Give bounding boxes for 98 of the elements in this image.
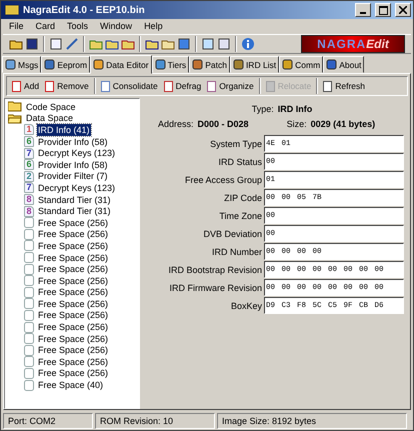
- status-text: Image Size: 8192 bytes: [217, 413, 407, 429]
- tab-icon: [326, 59, 338, 70]
- tree-item[interactable]: Decrypt Keys (123): [37, 147, 116, 160]
- badge-icon: 7: [24, 148, 34, 159]
- folder-icon: [8, 101, 22, 112]
- folder-icon: [8, 112, 22, 124]
- tree-item[interactable]: Free Space (256): [37, 228, 110, 240]
- tree-item[interactable]: Data Space: [8, 112, 139, 124]
- maximize-icon: [378, 6, 388, 14]
- field-label: IRD Firmware Revision: [169, 282, 262, 292]
- badge-icon: 1: [24, 124, 34, 136]
- tab[interactable]: Data Editor: [90, 55, 152, 74]
- close-button[interactable]: [395, 3, 411, 17]
- tree-item[interactable]: Provider Info (58): [37, 158, 109, 171]
- app-icon: [5, 5, 19, 15]
- tree-item[interactable]: Free Space (256): [37, 263, 110, 276]
- tree-item[interactable]: Free Space (256): [37, 309, 110, 322]
- tree-item[interactable]: Free Space (256): [37, 356, 110, 368]
- tree-item[interactable]: Free Space (256): [37, 298, 110, 310]
- badge-icon: 8: [24, 194, 34, 206]
- toolbar-button[interactable]: Remove: [42, 77, 92, 95]
- tab[interactable]: Patch: [189, 56, 230, 73]
- tree-item[interactable]: Free Space (40): [37, 379, 104, 392]
- tree-item[interactable]: Free Space (256): [37, 274, 110, 287]
- tree-item[interactable]: Provider Info (58): [37, 136, 109, 148]
- badge-icon: 6: [24, 136, 34, 148]
- tab-icon: [192, 59, 204, 70]
- tab-icon: [44, 59, 56, 70]
- badge-icon: 2: [24, 170, 34, 182]
- badge-icon: 7: [24, 182, 34, 194]
- type-value: IRD Info: [278, 104, 312, 114]
- address-label: Address:: [158, 119, 194, 129]
- tree-item[interactable]: Free Space (256): [37, 332, 110, 345]
- action-icon: [164, 80, 173, 92]
- minimize-button[interactable]: [355, 3, 371, 17]
- tree-item[interactable]: Code Space: [8, 101, 139, 113]
- size-value: 0029 (41 bytes): [310, 119, 376, 129]
- field-label: Free Access Group: [184, 174, 262, 184]
- field-label: IRD Bootstrap Revision: [168, 264, 262, 274]
- action-icon: [100, 80, 110, 92]
- tab[interactable]: Msgs: [2, 56, 42, 73]
- tab[interactable]: About: [323, 56, 364, 73]
- action-icon: [12, 80, 21, 92]
- close-icon: [399, 6, 407, 14]
- tab-icon: [232, 59, 244, 70]
- tab[interactable]: Comm: [279, 56, 324, 73]
- field-label: System Type: [210, 138, 262, 148]
- menu-item[interactable]: Help: [138, 21, 169, 31]
- toolbar-button[interactable]: Add: [9, 77, 42, 95]
- tree-item[interactable]: Standard Tier (31): [37, 205, 112, 218]
- field-label: ZIP Code: [224, 192, 262, 202]
- tree-item[interactable]: Decrypt Keys (123): [37, 182, 116, 194]
- tree-item[interactable]: Free Space (256): [37, 321, 110, 334]
- document-icon[interactable]: [49, 37, 63, 51]
- toolbar-button[interactable]: Defrag: [160, 77, 204, 95]
- size-label: Size:: [286, 119, 307, 129]
- field-label: DVB Deviation: [203, 228, 262, 238]
- menu-item[interactable]: Tools: [61, 21, 94, 31]
- action-icon: [45, 80, 54, 92]
- tree-item[interactable]: Free Space (256): [37, 216, 110, 229]
- tab[interactable]: IRD List: [230, 56, 280, 73]
- tab[interactable]: Tiers: [152, 56, 190, 73]
- tab-icon: [5, 59, 16, 70]
- status-text: Port: COM2: [3, 413, 93, 429]
- tab[interactable]: Eeprom: [41, 56, 90, 73]
- toolbar-button[interactable]: Organize: [204, 77, 257, 95]
- action-icon: [266, 80, 275, 92]
- tree-item[interactable]: Free Space (256): [37, 367, 110, 380]
- type-label: Type:: [252, 104, 274, 114]
- field-label: IRD Number: [212, 246, 262, 256]
- tab-icon: [154, 59, 166, 70]
- maximize-button[interactable]: [375, 3, 391, 17]
- action-icon: [207, 80, 216, 92]
- info-icon[interactable]: [241, 37, 255, 51]
- field-label: BoxKey: [230, 300, 262, 310]
- tab-icon: [93, 59, 104, 70]
- tree-item[interactable]: IRD Info (41): [37, 124, 91, 136]
- action-icon: [323, 80, 332, 92]
- tree-item[interactable]: Free Space (256): [37, 344, 110, 356]
- badge-icon: 6: [24, 159, 34, 170]
- tree-item[interactable]: Free Space (256): [37, 286, 110, 298]
- field-label: Time Zone: [219, 210, 262, 220]
- tree-item[interactable]: Free Space (256): [37, 252, 110, 264]
- tree-item[interactable]: Free Space (256): [37, 240, 110, 252]
- app-logo: NAGRAEdit: [301, 35, 405, 53]
- field-label: IRD Status: [218, 156, 262, 166]
- menu-item[interactable]: Window: [94, 21, 138, 31]
- menu-item[interactable]: File: [3, 21, 30, 31]
- status-text: ROM Revision: 10: [95, 413, 215, 429]
- badge-icon: 8: [24, 206, 34, 217]
- toolbar-button[interactable]: Consolidate: [98, 77, 161, 95]
- tree-item[interactable]: Standard Tier (31): [37, 194, 112, 206]
- tab-icon: [282, 59, 294, 70]
- menu-item[interactable]: Card: [30, 21, 62, 31]
- window-title: NagraEdit 4.0 - EEP10.bin: [23, 4, 146, 16]
- address-value: D000 - D028: [198, 119, 249, 129]
- toolbar-button[interactable]: Refresh: [320, 77, 368, 95]
- tree-item[interactable]: Provider Filter (7): [37, 170, 109, 182]
